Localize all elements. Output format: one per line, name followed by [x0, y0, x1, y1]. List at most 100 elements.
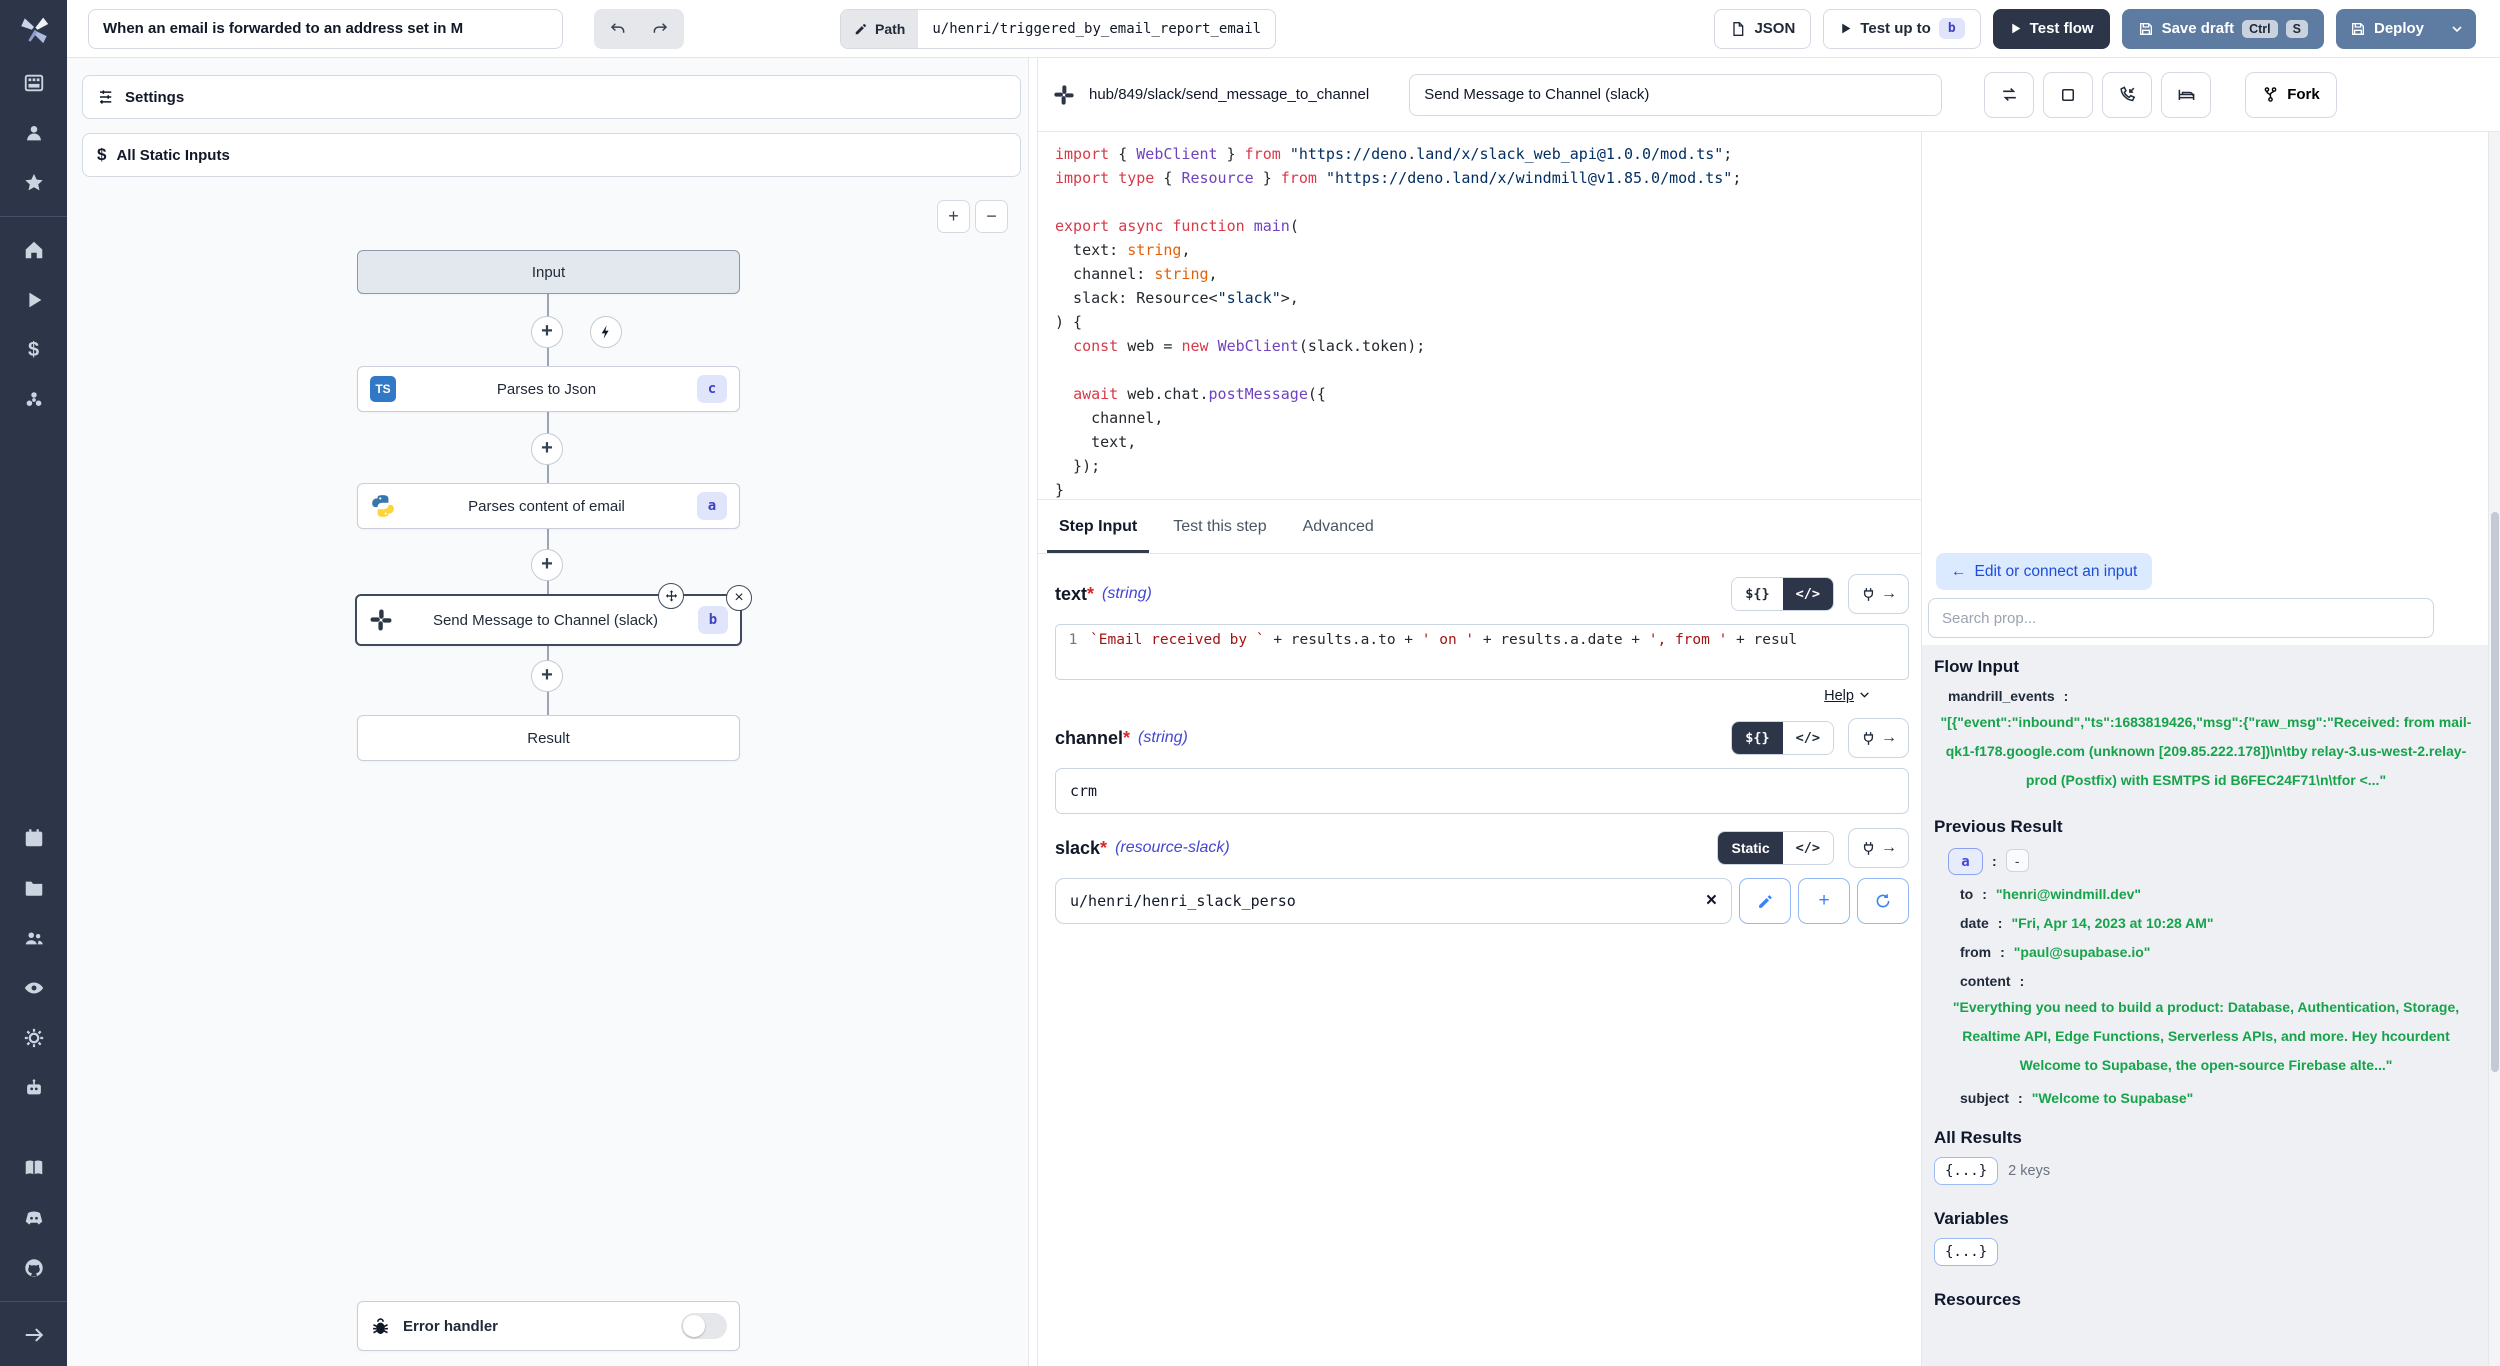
insert-step-button[interactable]: + — [531, 549, 563, 581]
deploy-button[interactable]: Deploy — [2336, 9, 2438, 49]
text-expression-editor[interactable]: 1 `Email received by ` + results.a.to + … — [1055, 624, 1909, 680]
early-stop-button[interactable] — [2043, 72, 2093, 118]
help-link[interactable]: Help — [1824, 688, 1854, 704]
flow-node-input[interactable]: Input — [357, 250, 740, 294]
redo-button[interactable] — [639, 12, 681, 46]
connect-input-button[interactable]: → — [1848, 574, 1909, 614]
insert-step-button[interactable]: + — [531, 316, 563, 348]
path-field[interactable]: Path u/henri/triggered_by_email_report_e… — [840, 9, 1276, 49]
plug-icon — [1860, 586, 1877, 603]
test-up-to-button[interactable]: Test up to b — [1823, 9, 1980, 49]
settings-gear-icon[interactable] — [13, 1017, 55, 1059]
props-scrollbar[interactable] — [2488, 132, 2500, 1366]
edit-or-connect-input-button[interactable]: ← Edit or connect an input — [1936, 553, 2152, 590]
error-handler-toggle[interactable] — [681, 1313, 727, 1339]
flow-node-send-message-selected[interactable]: Send Message to Channel (slack) b — [355, 594, 742, 646]
add-resource-button[interactable]: + — [1798, 878, 1850, 924]
worker-groups-icon[interactable] — [13, 379, 55, 421]
scrollbar-thumb[interactable] — [2491, 512, 2499, 1072]
error-handler-label: Error handler — [403, 1318, 498, 1335]
audit-eye-icon[interactable] — [13, 967, 55, 1009]
discord-icon[interactable] — [13, 1197, 55, 1239]
content-value[interactable]: "Everything you need to build a product:… — [1934, 993, 2478, 1080]
prop-row-date[interactable]: date:"Fri, Apr 14, 2023 at 10:28 AM" — [1934, 915, 2478, 931]
fork-button[interactable]: Fork — [2245, 72, 2337, 118]
github-icon[interactable] — [13, 1247, 55, 1289]
trigger-bolt-button[interactable] — [590, 316, 622, 348]
connect-input-button[interactable]: → — [1848, 718, 1909, 758]
static-mode-button[interactable]: Static — [1718, 832, 1782, 864]
all-results-object-chip[interactable]: {...} — [1934, 1157, 1998, 1185]
typescript-icon: TS — [370, 376, 396, 402]
docs-book-icon[interactable] — [13, 1147, 55, 1189]
zoom-out-button[interactable]: − — [975, 200, 1008, 233]
error-handler-node[interactable]: Error handler — [357, 1301, 740, 1351]
step-id-badge: b — [698, 606, 728, 634]
sidebar-divider-bottom — [0, 1301, 67, 1302]
schedules-calendar-icon[interactable] — [13, 817, 55, 859]
tab-advanced[interactable]: Advanced — [1285, 500, 1392, 553]
prop-row-mandrill[interactable]: mandrill_events: — [1934, 688, 2478, 704]
prop-row-from[interactable]: from:"paul@supabase.io" — [1934, 944, 2478, 960]
folders-icon[interactable] — [13, 867, 55, 909]
move-step-handle[interactable] — [658, 583, 684, 609]
delete-step-button[interactable]: × — [726, 585, 752, 611]
channel-value-input[interactable] — [1055, 768, 1909, 814]
tab-step-input[interactable]: Step Input — [1041, 500, 1155, 553]
variables-object-chip[interactable]: {...} — [1934, 1238, 1998, 1266]
save-draft-button[interactable]: Save draft Ctrl S — [2122, 9, 2324, 49]
javascript-mode-button[interactable]: </> — [1783, 832, 1833, 864]
zoom-in-button[interactable]: + — [937, 200, 970, 233]
flow-node-parses-content[interactable]: Parses content of email a — [357, 483, 740, 529]
edit-resource-button[interactable] — [1739, 878, 1791, 924]
connect-input-button[interactable]: → — [1848, 828, 1909, 868]
javascript-mode-button[interactable]: </> — [1783, 578, 1833, 610]
undo-button[interactable] — [597, 12, 639, 46]
javascript-mode-button[interactable]: </> — [1783, 722, 1833, 754]
flow-node-result[interactable]: Result — [357, 715, 740, 761]
prop-row-content[interactable]: content: — [1934, 973, 2478, 989]
apps-icon[interactable] — [13, 62, 55, 104]
flow-settings-button[interactable]: Settings — [82, 75, 1021, 119]
retry-button[interactable] — [1984, 72, 2034, 118]
collapse-button[interactable]: - — [2006, 849, 2029, 872]
insert-step-button[interactable]: + — [531, 660, 563, 692]
tab-test-this-step[interactable]: Test this step — [1155, 500, 1284, 553]
resources-title: Resources — [1934, 1290, 2478, 1310]
user-icon[interactable] — [13, 112, 55, 154]
test-flow-button[interactable]: Test flow — [1993, 9, 2110, 49]
sleep-button[interactable] — [2161, 72, 2211, 118]
favorites-star-icon[interactable] — [13, 162, 55, 204]
code-editor[interactable]: import { WebClient } from "https://deno.… — [1037, 132, 1921, 500]
save-icon — [2350, 21, 2366, 37]
bolt-icon — [598, 324, 614, 340]
interpolation-mode-button[interactable]: ${} — [1732, 722, 1782, 754]
path-value: u/henri/triggered_by_email_report_email — [918, 10, 1275, 48]
groups-icon[interactable] — [13, 917, 55, 959]
expand-arrow-icon[interactable] — [13, 1314, 55, 1356]
slack-resource-input[interactable]: u/henri/henri_slack_perso × — [1055, 878, 1732, 924]
flow-name-input[interactable] — [88, 9, 563, 49]
all-static-inputs-button[interactable]: $ All Static Inputs — [82, 133, 1021, 177]
variables-dollar-icon[interactable]: $ — [13, 329, 55, 371]
refresh-resource-button[interactable] — [1857, 878, 1909, 924]
search-prop-input[interactable] — [1928, 598, 2434, 638]
clear-resource-icon[interactable]: × — [1706, 890, 1717, 912]
mandrill-value[interactable]: "[{"event":"inbound","ts":1683819426,"ms… — [1934, 708, 2478, 795]
json-button[interactable]: JSON — [1714, 9, 1811, 49]
insert-step-button[interactable]: + — [531, 433, 563, 465]
interpolation-mode-button[interactable]: ${} — [1732, 578, 1782, 610]
topbar: Path u/henri/triggered_by_email_report_e… — [67, 0, 2500, 58]
prop-row-to[interactable]: to:"henri@windmill.dev" — [1934, 886, 2478, 902]
runs-play-icon[interactable] — [13, 279, 55, 321]
windmill-logo[interactable] — [0, 0, 67, 58]
deploy-more-button[interactable] — [2438, 9, 2476, 49]
step-summary-input[interactable] — [1409, 74, 1942, 116]
home-icon[interactable] — [13, 229, 55, 271]
kbd-ctrl: Ctrl — [2242, 20, 2278, 38]
flow-node-parses-to-json[interactable]: TS Parses to Json c — [357, 366, 740, 412]
ai-robot-icon[interactable] — [13, 1067, 55, 1109]
prop-row-subject[interactable]: subject:"Welcome to Supabase" — [1934, 1090, 2478, 1106]
step-a-badge[interactable]: a — [1948, 848, 1983, 875]
suspend-button[interactable] — [2102, 72, 2152, 118]
